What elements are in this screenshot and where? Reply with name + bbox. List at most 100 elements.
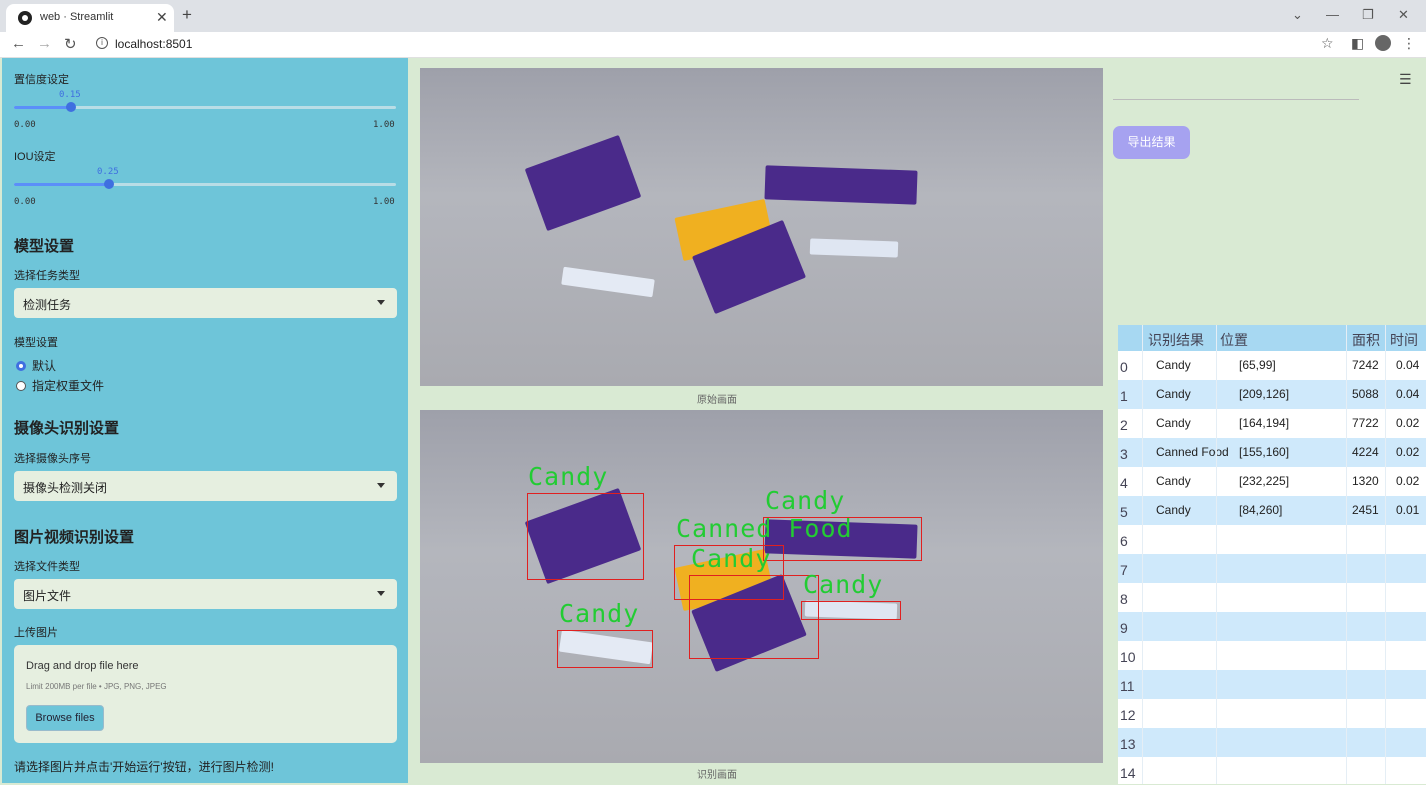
conf-slider-thumb[interactable] (66, 102, 76, 112)
row-index: 12 (1120, 707, 1136, 723)
close-window-icon[interactable]: ✕ (1398, 7, 1409, 23)
table-row[interactable]: 7 (1118, 554, 1426, 583)
row-index: 11 (1120, 678, 1135, 694)
new-tab-icon[interactable]: + (182, 5, 192, 25)
table-row[interactable]: 8 (1118, 583, 1426, 612)
model-section-heading: 模型设置 (14, 238, 75, 255)
iou-slider-thumb[interactable] (104, 179, 114, 189)
row-index: 7 (1120, 562, 1128, 578)
radio-default[interactable]: 默认 (16, 357, 56, 374)
row-index: 14 (1120, 765, 1136, 781)
table-row[interactable]: 6 (1118, 525, 1426, 554)
table-row[interactable]: 1 Candy [209,126] 5088 0.04 (1118, 380, 1426, 409)
column-header-position[interactable]: 位置 (1220, 330, 1248, 350)
radio-default-label: 默认 (32, 359, 57, 373)
table-row[interactable]: 0 Candy [65,99] 7242 0.04 (1118, 351, 1426, 380)
export-results-button[interactable]: 导出结果 (1113, 126, 1190, 159)
row-index: 9 (1120, 620, 1128, 636)
conf-slider-fill (14, 106, 71, 109)
table-row[interactable]: 12 (1118, 699, 1426, 728)
table-row[interactable]: 9 (1118, 612, 1426, 641)
radio-custom-weights-label: 指定权重文件 (32, 379, 105, 393)
chevron-down-icon (377, 483, 385, 488)
table-row[interactable]: 5 Candy [84,260] 2451 0.01 (1118, 496, 1426, 525)
radio-custom-weights[interactable]: 指定权重文件 (16, 377, 104, 394)
result-image: Candy Candy Canned Food Candy Candy Cand… (420, 410, 1103, 763)
tab-bar: web · Streamlit ✕ + ⌄ — ❐ ✕ (0, 0, 1426, 32)
table-row[interactable]: 4 Candy [232,225] 1320 0.02 (1118, 467, 1426, 496)
candy-packet (561, 266, 655, 298)
streamlit-app: 置信度设定 0.15 0.00 1.00 IOU设定 0.25 0.00 1.0… (0, 58, 1426, 785)
menu-dots-icon[interactable]: ⋮ (1402, 35, 1416, 52)
column-header-area[interactable]: 面积 (1352, 330, 1380, 350)
row-index: 3 (1120, 446, 1128, 462)
iou-min: 0.00 (14, 197, 36, 207)
table-row[interactable]: 11 (1118, 670, 1426, 699)
row-index: 5 (1120, 504, 1128, 520)
conf-slider[interactable] (14, 102, 396, 112)
cell-area: 5088 (1352, 387, 1379, 401)
filetype-select[interactable]: 图片文件 (14, 579, 397, 609)
original-image (420, 68, 1103, 386)
reload-icon[interactable]: ↻ (64, 35, 77, 53)
back-icon[interactable]: ← (11, 35, 26, 52)
results-table[interactable]: 识别结果 位置 面积 时间 0 Candy [65,99] 7242 0.04 1 Cand… (1118, 325, 1426, 784)
browser-tab[interactable]: web · Streamlit ✕ (6, 4, 174, 32)
table-row[interactable]: 3 Canned Food [155,160] 4224 0.02 (1118, 438, 1426, 467)
row-index: 0 (1120, 359, 1128, 375)
table-row[interactable]: 14 (1118, 757, 1426, 784)
iou-slider-fill (14, 183, 109, 186)
cell-position: [209,126] (1239, 387, 1290, 401)
camera-value: 摄像头检测关闭 (23, 481, 108, 495)
task-type-select[interactable]: 检测任务 (14, 288, 397, 318)
camera-select[interactable]: 摄像头检测关闭 (14, 471, 397, 501)
table-row[interactable]: 13 (1118, 728, 1426, 757)
hamburger-menu-icon[interactable]: ☰ (1399, 71, 1412, 88)
radio-unselected-icon[interactable] (16, 381, 26, 391)
minimize-icon[interactable]: — (1326, 7, 1339, 22)
close-tab-icon[interactable]: ✕ (156, 9, 168, 26)
row-index: 4 (1120, 475, 1128, 491)
table-row[interactable]: 10 (1118, 641, 1426, 670)
site-info-icon[interactable]: i (96, 37, 108, 49)
conf-max: 1.00 (373, 120, 395, 130)
column-header-result[interactable]: 识别结果 (1148, 330, 1204, 350)
side-panel-icon[interactable]: ◧ (1351, 35, 1364, 52)
detection-label: Canned Food (676, 514, 853, 543)
cell-position: [155,160] (1239, 445, 1290, 459)
column-header-time[interactable]: 时间 (1390, 330, 1418, 350)
dropzone-title: Drag and drop file here (26, 660, 139, 672)
column-divider (1385, 325, 1386, 784)
tab-title: web · Streamlit (40, 11, 114, 23)
cell-position: [164,194] (1239, 416, 1290, 430)
browse-files-button[interactable]: Browse files (26, 705, 104, 731)
detection-box (689, 575, 819, 659)
row-index: 6 (1120, 533, 1128, 549)
cell-position: [84,260] (1239, 503, 1283, 517)
bookmark-star-icon[interactable]: ☆ (1321, 35, 1334, 52)
sidebar-hint: 请选择图片并点击'开始运行'按钮，进行图片检测! (14, 760, 274, 774)
detection-box (557, 630, 653, 668)
forward-icon[interactable]: → (37, 35, 52, 52)
iou-label: IOU设定 (14, 151, 56, 163)
cell-time: 0.04 (1396, 387, 1420, 401)
radio-selected-icon[interactable] (16, 361, 26, 371)
task-type-value: 检测任务 (23, 298, 72, 312)
file-dropzone[interactable]: Drag and drop file here Limit 200MB per … (14, 645, 397, 743)
upload-label: 上传图片 (14, 627, 58, 639)
profile-avatar[interactable] (1375, 35, 1391, 51)
cell-area: 1320 (1352, 474, 1379, 488)
detection-label: Candy (559, 599, 640, 628)
detection-label: Candy (765, 486, 846, 515)
table-row[interactable]: 2 Candy [164,194] 7722 0.02 (1118, 409, 1426, 438)
url-field[interactable]: i localhost:8501 (88, 34, 1338, 55)
browser-chrome: web · Streamlit ✕ + ⌄ — ❐ ✕ ← → ↻ i loca… (0, 0, 1426, 58)
tab-search-chevron-icon[interactable]: ⌄ (1292, 7, 1303, 23)
conf-value: 0.15 (59, 90, 81, 100)
cell-position: [65,99] (1239, 358, 1276, 372)
cell-area: 2451 (1352, 503, 1379, 517)
camera-label: 选择摄像头序号 (14, 453, 91, 465)
iou-slider[interactable] (14, 179, 396, 189)
restore-icon[interactable]: ❐ (1362, 7, 1374, 23)
candy-packet (764, 165, 918, 205)
